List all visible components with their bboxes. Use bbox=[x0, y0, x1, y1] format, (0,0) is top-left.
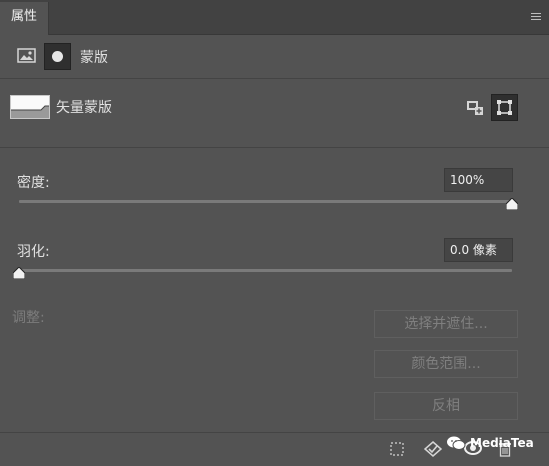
density-slider-track[interactable] bbox=[19, 200, 512, 203]
color-range-button[interactable]: 颜色范围... bbox=[374, 350, 518, 378]
feather-slider-track[interactable] bbox=[19, 269, 512, 272]
mask-mode-row: 蒙版 bbox=[0, 34, 549, 79]
load-selection-from-mask-icon[interactable] bbox=[389, 441, 405, 457]
load-selection-icon bbox=[467, 101, 483, 115]
watermark-text: MediaTea bbox=[470, 436, 534, 450]
watermark: MediaTea bbox=[446, 432, 534, 454]
pixel-mask-button[interactable] bbox=[16, 47, 38, 65]
vector-mask-button[interactable] bbox=[44, 43, 71, 70]
pixel-mask-icon bbox=[17, 48, 36, 63]
select-and-mask-button[interactable]: 选择并遮住... bbox=[374, 310, 518, 338]
density-input[interactable]: 100% bbox=[444, 168, 513, 192]
vector-mask-icon bbox=[52, 51, 63, 62]
feather-slider-thumb[interactable] bbox=[13, 267, 25, 279]
feather-input[interactable]: 0.0 像素 bbox=[444, 238, 513, 262]
load-selection-button[interactable] bbox=[466, 100, 484, 116]
density-slider-thumb[interactable] bbox=[506, 198, 518, 210]
panel-header: 属性 bbox=[0, 0, 549, 35]
adjust-label: 调整: bbox=[12, 310, 45, 326]
feather-label: 羽化: bbox=[17, 244, 50, 260]
mask-thumbnail bbox=[10, 95, 50, 119]
mask-type-label: 矢量蒙版 bbox=[56, 100, 112, 116]
properties-panel: 属性 蒙版 矢量蒙版 密度: 100% 羽化: 0.0 像素 调整: 选择并遮住… bbox=[0, 0, 549, 466]
tab-properties[interactable]: 属性 bbox=[0, 2, 49, 35]
density-label: 密度: bbox=[17, 175, 50, 191]
wechat-icon bbox=[447, 436, 466, 450]
mask-mode-title: 蒙版 bbox=[80, 50, 108, 66]
mask-info-row: 矢量蒙版 bbox=[0, 79, 549, 148]
panel-menu-icon[interactable] bbox=[531, 13, 541, 21]
vector-mask-path-icon bbox=[497, 100, 512, 115]
select-vector-mask-button[interactable] bbox=[491, 94, 518, 121]
apply-mask-icon[interactable] bbox=[424, 441, 442, 457]
invert-button[interactable]: 反相 bbox=[374, 392, 518, 420]
